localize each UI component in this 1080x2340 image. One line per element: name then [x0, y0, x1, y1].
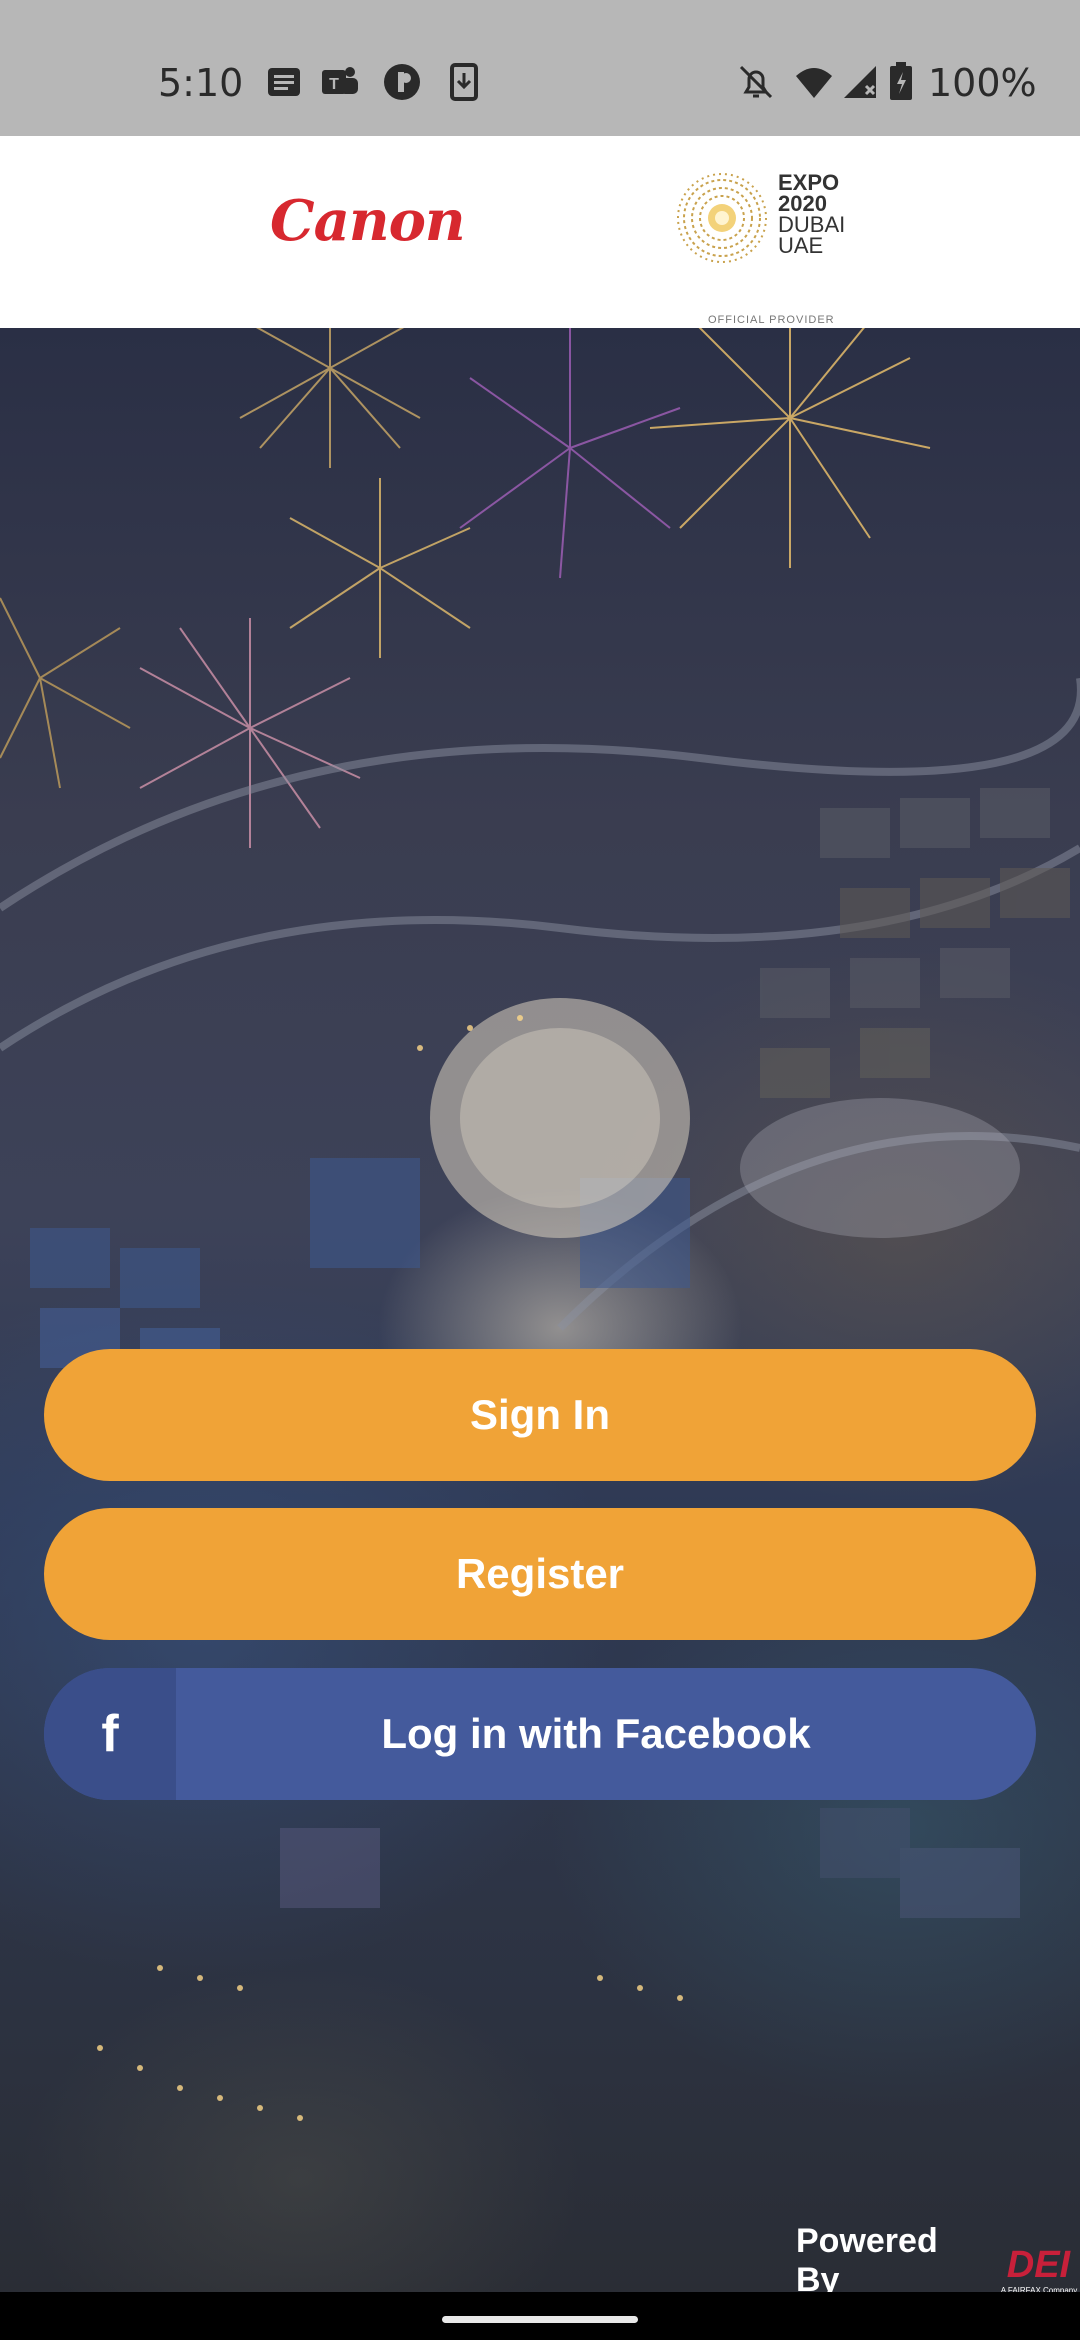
hero-background-image — [0, 328, 1080, 2292]
app-circle-icon — [384, 64, 420, 100]
facebook-icon-box: f — [44, 1668, 176, 1800]
status-bar: 5:10 T 100% — [0, 0, 1080, 136]
canon-logo: Canon — [270, 188, 466, 254]
expo-2020-logo: EXPO 2020 DUBAI UAE OFFICIAL PROVIDER — [676, 170, 866, 326]
sign-in-label: Sign In — [470, 1391, 610, 1438]
powered-by-text: Powered By — [796, 2222, 938, 2299]
status-time: 5:10 — [158, 61, 244, 105]
header: Canon EXPO 2020 DUBAI UAE OFFICIAL PROVI… — [0, 136, 1080, 328]
svg-text:T: T — [329, 76, 339, 93]
powered-by-footer: Powered By DEI A FAIRFAX Company — [796, 2222, 1080, 2300]
download-icon — [450, 63, 478, 101]
register-label: Register — [455, 1550, 625, 1597]
register-button[interactable]: Register — [44, 1508, 1036, 1640]
expo-line-4: UAE — [778, 233, 824, 258]
expo-line-2: 2020 — [778, 191, 827, 216]
sign-in-button[interactable]: Sign In — [44, 1349, 1036, 1481]
navigation-bar — [0, 2292, 1080, 2340]
expo-subtitle: OFFICIAL PROVIDER — [708, 314, 835, 326]
dei-logo-text: DEI — [1006, 2244, 1071, 2286]
teams-icon: T — [322, 67, 358, 94]
expo-emblem-icon — [677, 173, 767, 263]
bell-off-icon — [739, 65, 773, 99]
battery-icon — [890, 62, 912, 100]
app-screen: 5:10 T 100% Canon EXPO 2020 DUBAI UAE OF… — [0, 0, 1080, 2340]
battery-percentage: 100% — [928, 61, 1037, 105]
wifi-icon — [796, 68, 832, 98]
al-wasl-dome-graphic — [430, 998, 690, 1238]
home-gesture-handle[interactable] — [442, 2316, 638, 2323]
message-icon — [268, 68, 300, 96]
facebook-login-label: Log in with Facebook — [381, 1710, 811, 1757]
expo-wordmark: EXPO 2020 DUBAI UAE — [778, 170, 846, 258]
signal-icon — [844, 66, 876, 98]
expo-site-illustration — [0, 328, 1080, 2121]
expo-line-1: EXPO — [778, 170, 840, 195]
expo-line-3: DUBAI — [778, 212, 846, 237]
facebook-login-button[interactable]: f Log in with Facebook — [44, 1668, 1036, 1800]
facebook-icon: f — [101, 1705, 119, 1763]
